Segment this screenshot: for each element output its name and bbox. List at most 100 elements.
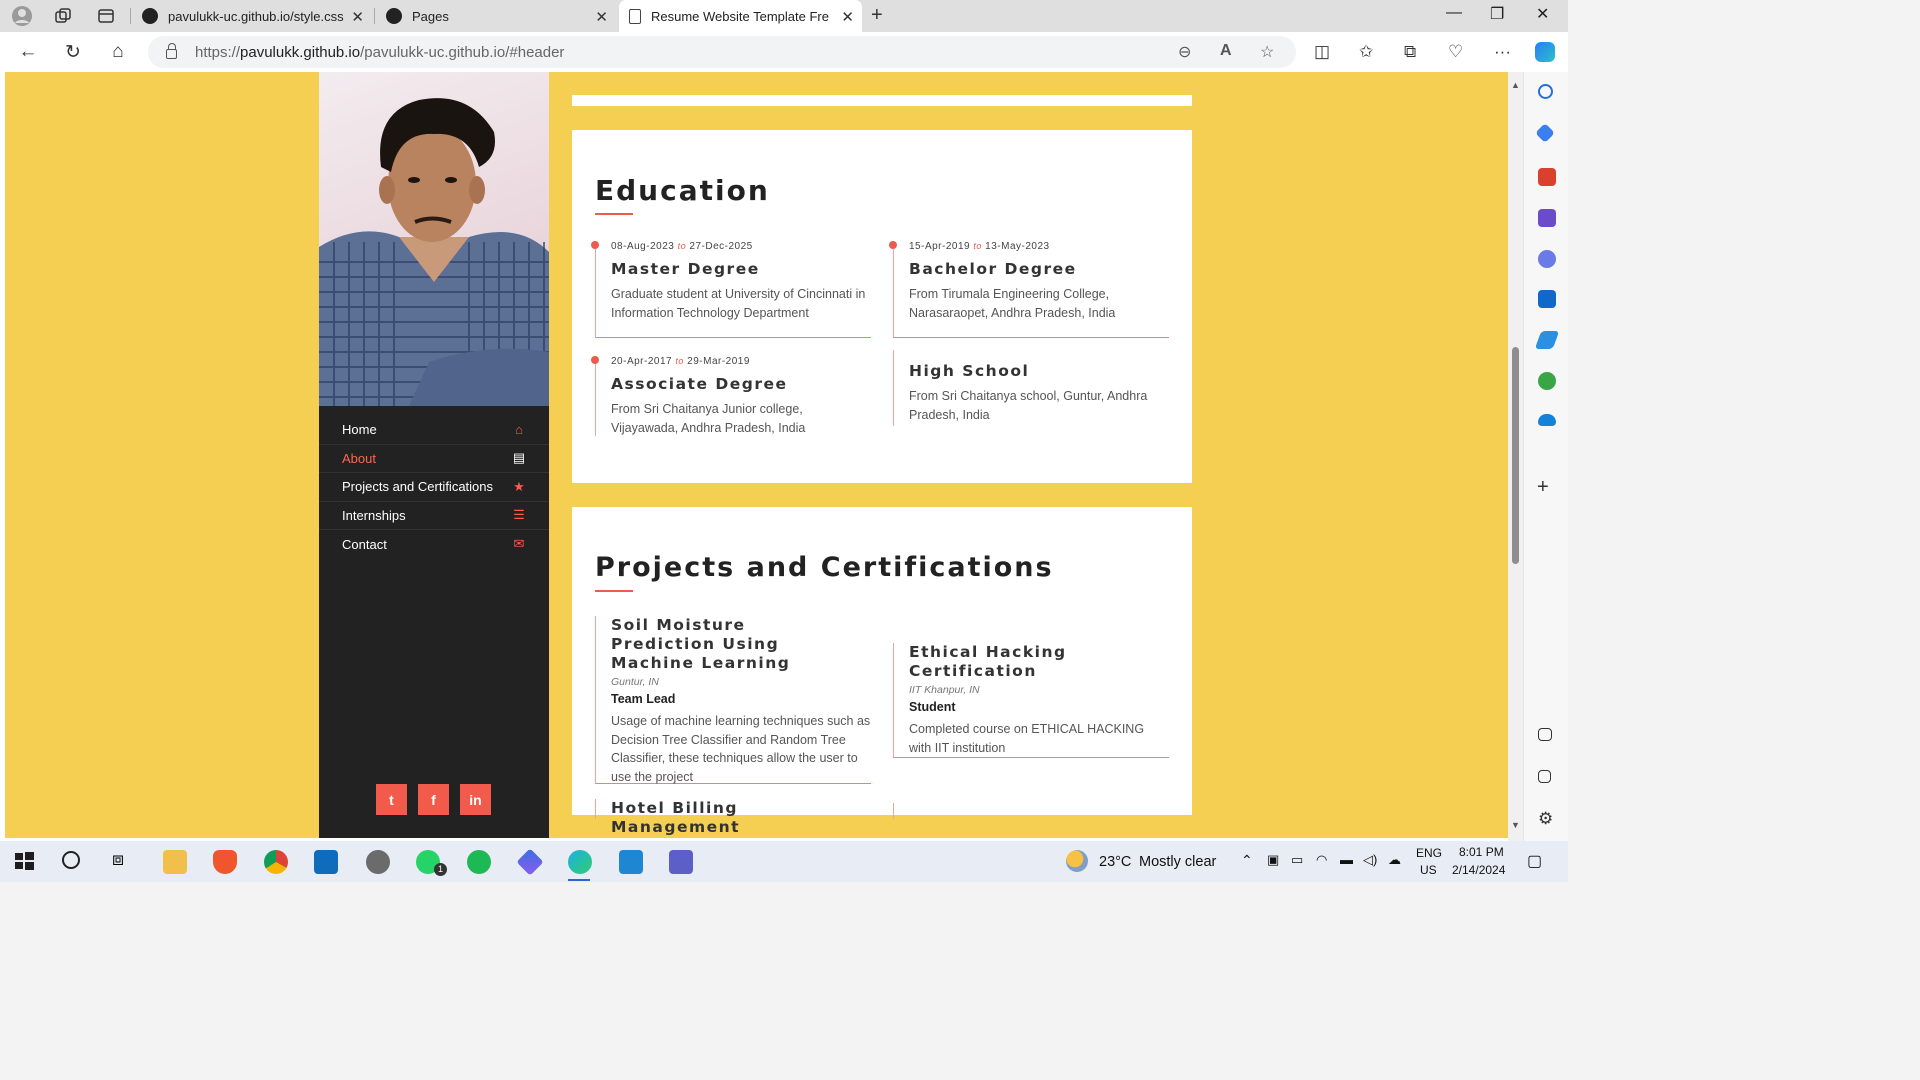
refresh-icon[interactable]: ↻ <box>61 40 85 64</box>
edge-browser-icon[interactable] <box>568 850 592 874</box>
shopping-tag-icon[interactable] <box>1535 123 1555 143</box>
profile-photo <box>319 72 549 406</box>
vertical-tabs-icon[interactable] <box>94 4 118 28</box>
meet-now-icon[interactable]: ▣ <box>1267 852 1279 868</box>
profile-icon[interactable] <box>10 4 34 28</box>
notifications-icon[interactable]: ▢ <box>1527 851 1542 871</box>
settings-gear-icon[interactable]: ⚙ <box>1538 809 1556 828</box>
entry-date: 15-Apr-2019 to 13-May-2023 <box>909 241 1050 252</box>
display-icon[interactable]: ▭ <box>1291 852 1303 868</box>
page-scrollbar[interactable]: ▲ ▼ <box>1508 72 1523 841</box>
home-icon: ⌂ <box>515 422 523 438</box>
close-window-icon[interactable]: ✕ <box>1536 4 1549 24</box>
menu-item-projects[interactable]: Projects and Certifications ★ <box>319 473 549 502</box>
battery-icon[interactable]: ▬ <box>1340 852 1353 867</box>
project-entry-ethical-hacking: Ethical Hacking Certification IIT Khanpu… <box>893 643 1169 758</box>
copilot-icon[interactable] <box>1535 42 1555 62</box>
scrollbar-thumb[interactable] <box>1512 347 1519 564</box>
new-tab-icon[interactable]: + <box>871 4 883 27</box>
games-icon[interactable] <box>1538 209 1556 227</box>
tab-title: pavulukk-uc.github.io/style.css at <box>168 8 346 24</box>
sidebar-panel-icon[interactable] <box>1538 728 1552 741</box>
onedrive-icon[interactable] <box>1538 414 1556 426</box>
weather-icon[interactable] <box>1066 850 1088 872</box>
twitter-icon[interactable]: t <box>376 784 407 815</box>
volume-icon[interactable]: ◁) <box>1363 852 1377 868</box>
tree-icon[interactable] <box>1538 372 1556 390</box>
scroll-down-icon[interactable]: ▼ <box>1511 820 1520 830</box>
close-tab-icon[interactable]: ✕ <box>841 8 854 26</box>
windows-taskbar: ⧈ 1 23°C Mostly clear ⌃ ▣ ▭ ◠ ▬ ◁) ☁ ENG… <box>0 841 1568 882</box>
menu-item-home[interactable]: Home ⌂ <box>319 416 549 445</box>
menu-item-about[interactable]: About ▤ <box>319 445 549 473</box>
onedrive-status-icon[interactable]: ☁ <box>1388 852 1401 868</box>
tab-github-stylecss[interactable]: pavulukk-uc.github.io/style.css at ✕ <box>132 0 372 32</box>
scroll-up-icon[interactable]: ▲ <box>1511 80 1520 90</box>
url-text: https://pavulukk.github.io/pavulukk-uc.g… <box>195 43 565 61</box>
entry-location: Guntur, IN <box>611 676 659 688</box>
tab-separator <box>130 8 131 24</box>
outlook-icon[interactable] <box>314 850 338 874</box>
lock-icon[interactable] <box>166 43 177 59</box>
copilot-icon[interactable] <box>516 848 544 876</box>
outlook-icon[interactable] <box>1538 290 1556 308</box>
close-tab-icon[interactable]: ✕ <box>595 8 608 26</box>
zoom-icon[interactable]: ⊖ <box>1178 42 1191 62</box>
clock-time[interactable]: 8:01 PM <box>1459 845 1504 859</box>
add-icon[interactable]: + <box>1537 476 1555 498</box>
entry-title: Ethical Hacking Certification <box>909 643 1067 680</box>
section-underline <box>595 213 633 215</box>
external-link-icon[interactable] <box>1538 770 1551 783</box>
education-card: Education 08-Aug-2023 to 27-Dec-2025 Mas… <box>572 130 1192 483</box>
search-icon[interactable] <box>1538 84 1553 99</box>
project-entry-hotel-billing: Hotel Billing Management <box>595 799 871 836</box>
app-icon[interactable] <box>366 850 390 874</box>
weather-description[interactable]: Mostly clear <box>1139 854 1216 870</box>
back-icon[interactable]: ← <box>16 40 40 64</box>
facebook-icon[interactable]: f <box>418 784 449 815</box>
more-options-icon[interactable]: ··· <box>1494 42 1511 62</box>
brave-browser-icon[interactable] <box>213 850 237 874</box>
microsoft-365-icon[interactable] <box>1538 250 1556 268</box>
entry-description: From Sri Chaitanya school, Guntur, Andhr… <box>909 389 1148 422</box>
favorites-icon[interactable]: ✩ <box>1359 42 1373 62</box>
collections-icon[interactable]: ⧉ <box>1404 42 1416 62</box>
tab-github-pages[interactable]: Pages ✕ <box>376 0 616 32</box>
menu-item-label: Internships <box>342 507 406 523</box>
profile-menu: Home ⌂ About ▤ Projects and Certificatio… <box>319 416 549 559</box>
tab-title: Resume Website Template Free D <box>651 8 829 24</box>
tab-resume-website[interactable]: Resume Website Template Free D ✕ <box>619 0 862 32</box>
chrome-icon[interactable] <box>264 850 288 874</box>
linkedin-icon[interactable]: in <box>460 784 491 815</box>
project-entry-soil-moisture: Soil Moisture Prediction Using Machine L… <box>595 616 871 784</box>
menu-item-contact[interactable]: Contact ✉ <box>319 530 549 559</box>
close-tab-icon[interactable]: ✕ <box>351 8 364 26</box>
wifi-icon[interactable]: ◠ <box>1316 852 1327 868</box>
split-screen-icon[interactable]: ◫ <box>1314 42 1330 62</box>
send-icon[interactable] <box>1534 331 1560 349</box>
region-indicator[interactable]: US <box>1420 863 1437 877</box>
workspaces-icon[interactable] <box>51 4 75 28</box>
browser-essentials-icon[interactable]: ♡ <box>1448 42 1463 62</box>
teams-icon[interactable] <box>669 850 693 874</box>
file-explorer-icon[interactable] <box>163 850 187 874</box>
clock-date[interactable]: 2/14/2024 <box>1452 863 1505 877</box>
home-icon[interactable]: ⌂ <box>106 40 130 64</box>
search-icon[interactable] <box>62 851 80 869</box>
favorite-star-icon[interactable]: ☆ <box>1260 42 1274 62</box>
restore-icon[interactable]: ❐ <box>1490 4 1504 24</box>
weather-temperature[interactable]: 23°C <box>1099 854 1131 870</box>
menu-item-label: Contact <box>342 536 387 552</box>
windows-start-icon[interactable] <box>13 850 37 874</box>
task-view-icon[interactable]: ⧈ <box>112 849 136 873</box>
chevron-up-icon[interactable]: ⌃ <box>1241 852 1253 869</box>
address-bar[interactable]: https://pavulukk.github.io/pavulukk-uc.g… <box>148 36 1296 68</box>
entry-description: Usage of machine learning techniques suc… <box>611 714 871 784</box>
read-aloud-icon[interactable]: A <box>1220 42 1232 60</box>
language-indicator[interactable]: ENG <box>1416 846 1442 860</box>
vscode-icon[interactable] <box>619 850 643 874</box>
minimize-icon[interactable]: — <box>1446 4 1462 22</box>
tools-icon[interactable] <box>1538 168 1556 186</box>
spotify-icon[interactable] <box>467 850 491 874</box>
menu-item-internships[interactable]: Internships ☰ <box>319 502 549 530</box>
